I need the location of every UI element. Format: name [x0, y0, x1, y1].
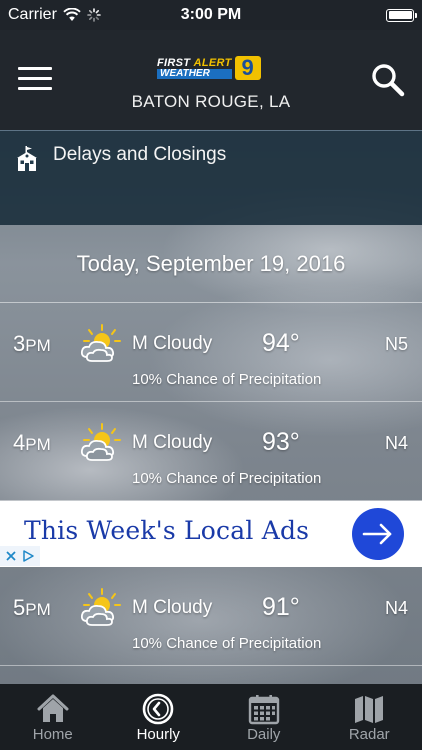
logo-channel-number: 9 — [234, 56, 261, 80]
hour-wind: N4 — [384, 598, 408, 618]
hamburger-menu-icon[interactable] — [18, 67, 52, 93]
hour-temperature: 94° — [262, 329, 300, 357]
tab-label: Daily — [247, 726, 281, 743]
status-right — [386, 0, 417, 30]
status-time: 3:00 PM — [180, 6, 242, 23]
hour-time: 3PM — [13, 331, 51, 356]
logo-wordmark: FIRST ALERT WEATHER — [157, 56, 232, 79]
hour-wind: N5 — [384, 334, 408, 354]
app-header: FIRST ALERT WEATHER 9 BATON ROUGE, LA — [0, 30, 422, 130]
tab-home[interactable]: Home — [0, 684, 106, 750]
date-heading: Today, September 19, 2016 — [0, 225, 422, 303]
hour-condition: M Cloudy — [132, 597, 213, 618]
ad-choices-badge[interactable] — [0, 546, 40, 566]
tab-hourly[interactable]: Hourly — [106, 684, 212, 750]
hourly-row[interactable]: 3PM M Cloudy 94° N5 10% Chance of Precip… — [0, 303, 422, 402]
delays-and-closings-banner[interactable]: Delays and Closings — [0, 130, 422, 225]
battery-fill — [388, 11, 412, 19]
date-label: Today, September 19, 2016 — [76, 250, 346, 276]
hour-precipitation: 10% Chance of Precipitation — [132, 371, 322, 388]
hourly-row[interactable]: 5PM M Cloudy 91° N4 10% Chance of Precip… — [0, 567, 422, 666]
battery-icon — [386, 8, 417, 22]
search-icon[interactable] — [370, 62, 406, 98]
bottom-tab-bar: Home Hourly Daily Radar — [0, 684, 422, 750]
local-ads-banner[interactable]: This Week's Local Ads — [0, 501, 422, 567]
tab-label: Radar — [348, 726, 390, 743]
home-icon — [37, 694, 69, 722]
map-icon — [355, 696, 384, 723]
tab-daily[interactable]: Daily — [211, 684, 317, 750]
partly-cloudy-icon — [80, 588, 121, 626]
city-label: BATON ROUGE, LA — [131, 92, 291, 111]
close-icon[interactable] — [5, 550, 17, 562]
calendar-icon — [248, 695, 279, 725]
status-bar: Carrier 3:00 PM — [0, 0, 422, 30]
partly-cloudy-icon — [80, 324, 121, 362]
arrow-right-icon — [362, 523, 392, 545]
hour-condition: M Cloudy — [132, 432, 213, 453]
station-logo: FIRST ALERT WEATHER 9 — [157, 56, 267, 80]
hour-wind: N4 — [384, 433, 408, 453]
ad-arrow-button[interactable] — [352, 508, 404, 560]
ad-text: This Week's Local Ads — [24, 516, 310, 545]
delays-label: Delays and Closings — [53, 144, 227, 165]
ad-choices-icon[interactable] — [21, 549, 35, 563]
hour-condition: M Cloudy — [132, 333, 213, 354]
hour-time: 4PM — [13, 430, 51, 455]
hour-temperature: 91° — [262, 593, 300, 621]
schoolhouse-icon — [17, 146, 37, 171]
hour-temperature: 93° — [262, 428, 300, 456]
tab-label: Hourly — [136, 726, 180, 743]
partly-cloudy-icon — [80, 423, 121, 461]
hour-time: 5PM — [13, 595, 51, 620]
tab-radar[interactable]: Radar — [317, 684, 422, 750]
hourly-row[interactable]: 4PM M Cloudy 93° N4 10% Chance of Precip… — [0, 402, 422, 501]
hour-precipitation: 10% Chance of Precipitation — [132, 470, 322, 487]
hour-precipitation: 10% Chance of Precipitation — [132, 635, 322, 652]
tab-label: Home — [32, 726, 73, 743]
clock-icon — [142, 693, 174, 725]
